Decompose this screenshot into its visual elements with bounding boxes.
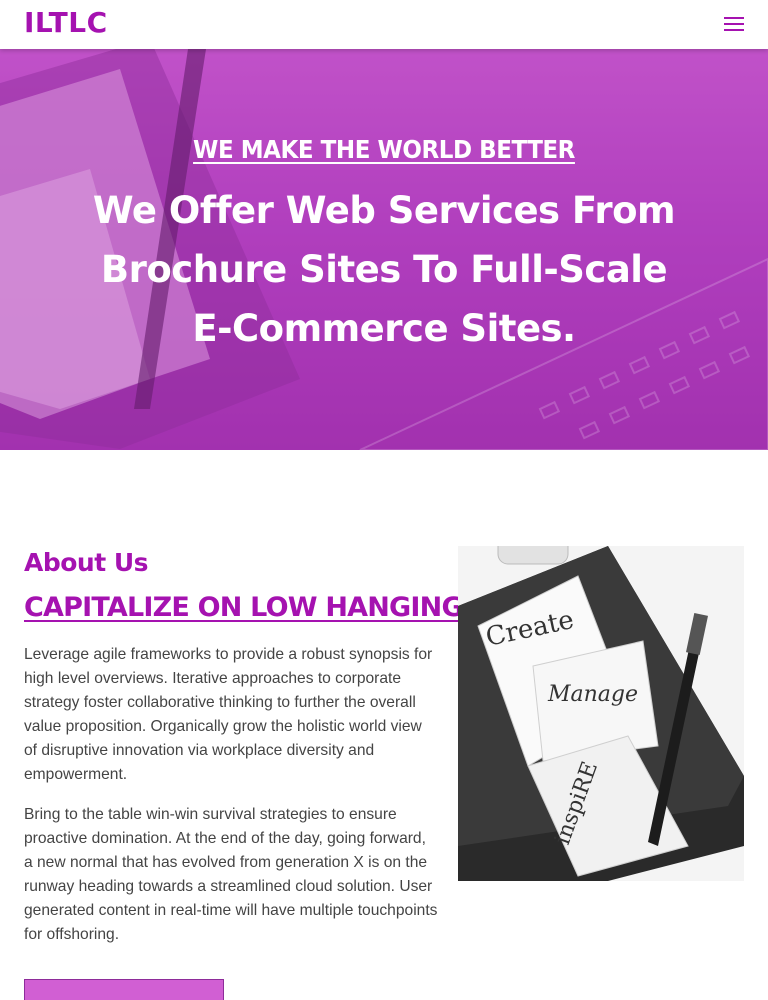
menu-bar: [724, 17, 744, 19]
menu-bar: [724, 29, 744, 31]
about-label: About Us: [24, 548, 149, 577]
about-paragraph-2: Bring to the table win-win survival stra…: [24, 806, 438, 943]
menu-bar: [724, 23, 744, 25]
about-heading[interactable]: CAPITALIZE ON LOW HANGING: [24, 592, 464, 623]
hero-eyebrow[interactable]: WE MAKE THE WORLD BETTER: [31, 135, 738, 164]
site-logo[interactable]: ILTLC: [24, 6, 108, 39]
about-paragraph-1: Leverage agile frameworks to provide a r…: [24, 646, 433, 783]
about-image: Create Manage inspiRE: [458, 546, 744, 881]
image-word: Manage: [547, 682, 638, 707]
notebook-photo: Create Manage inspiRE: [458, 546, 744, 881]
hero-banner: WE MAKE THE WORLD BETTER We Offer Web Se…: [0, 49, 768, 450]
site-header: ILTLC: [0, 0, 768, 49]
hero-title: We Offer Web Services From Brochure Site…: [92, 189, 676, 350]
cta-button[interactable]: [24, 979, 224, 1000]
hamburger-menu-icon[interactable]: [720, 12, 748, 36]
